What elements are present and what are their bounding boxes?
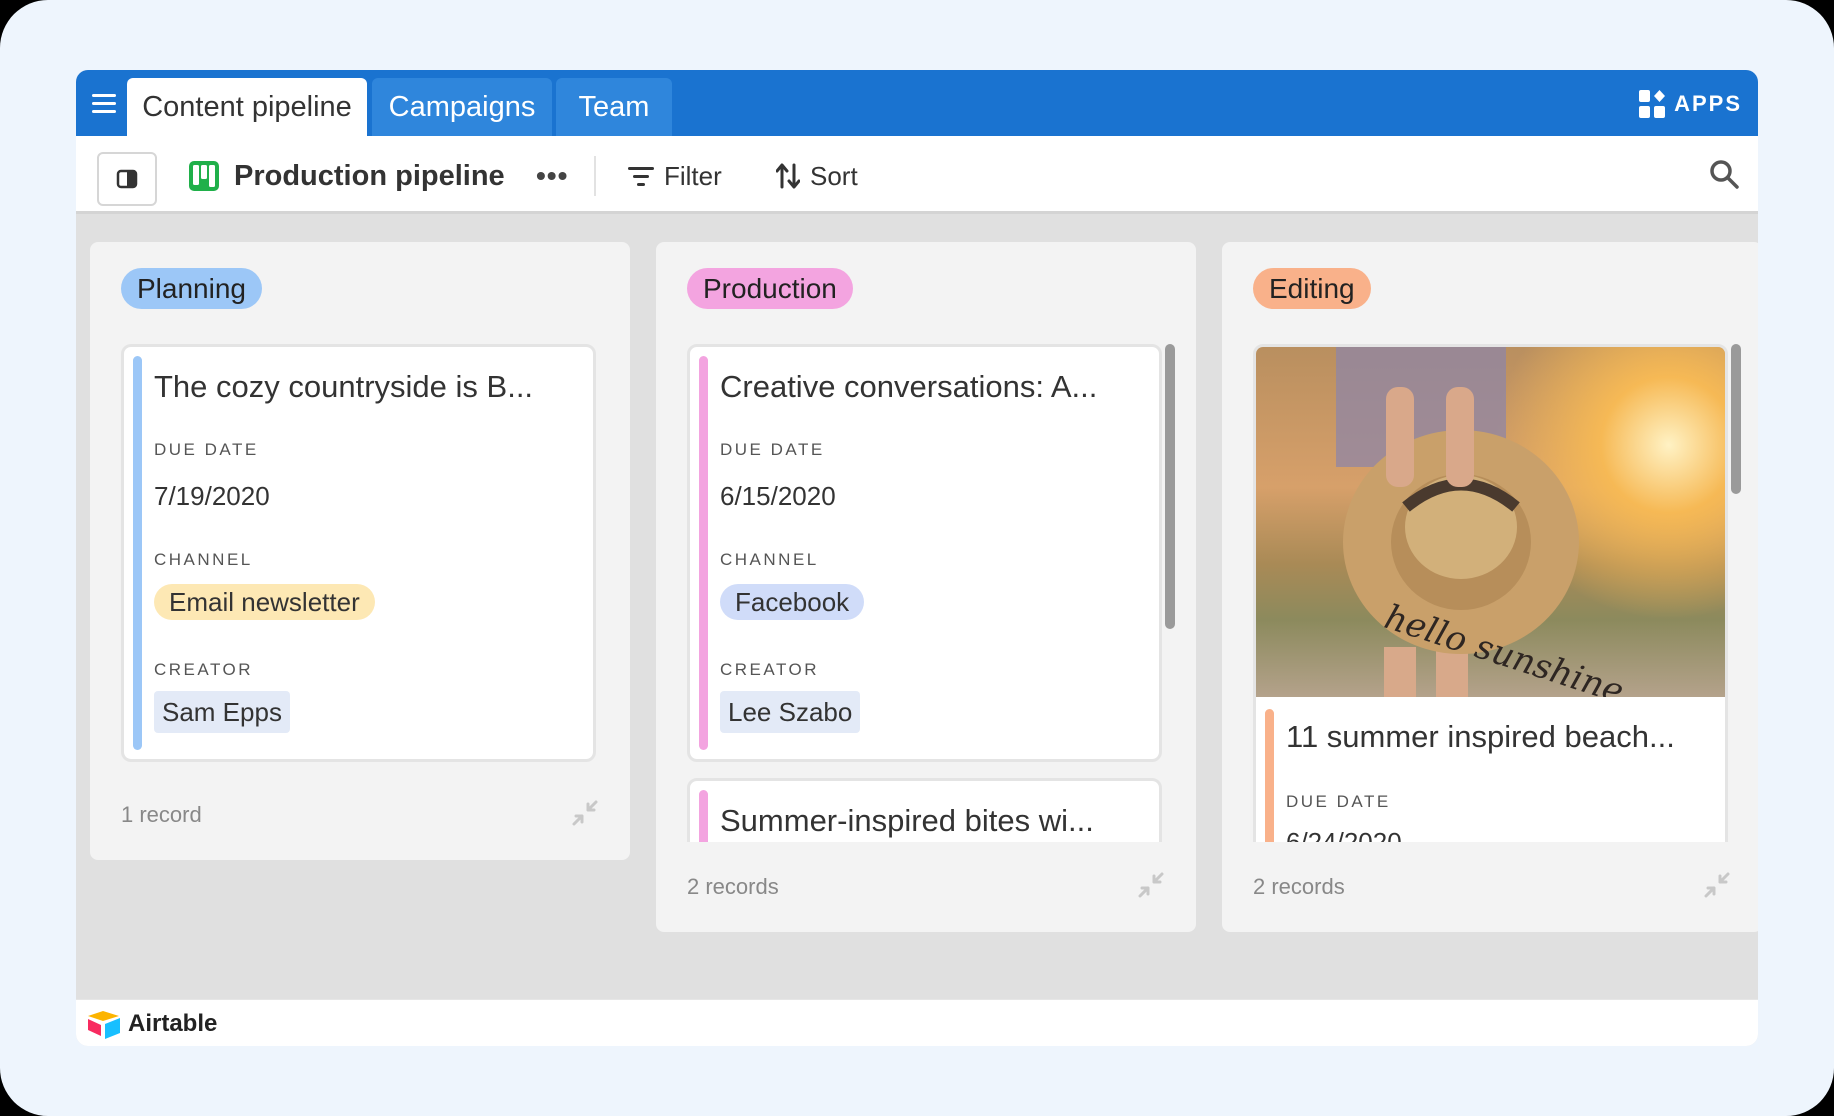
view-bar: Production pipeline ••• Filter Sort (76, 136, 1758, 214)
tab-team[interactable]: Team (556, 78, 672, 136)
card-title: Creative conversations: A... (720, 369, 1098, 404)
sort-button[interactable]: Sort (776, 158, 858, 194)
stage-badge: Planning (121, 268, 262, 309)
card-color-bar (1265, 709, 1274, 842)
screenshot-frame: Content pipeline Campaigns Team APPS Pro… (0, 0, 1834, 1116)
due-date-label: DUE DATE (1286, 792, 1391, 811)
channel-chip: Facebook (720, 584, 865, 620)
airtable-brand[interactable]: Airtable (86, 1008, 217, 1040)
record-card[interactable]: Creative conversations: A... DUE DATE 6/… (687, 344, 1162, 762)
stage-badge: Production (687, 268, 853, 309)
collapse-icon (1138, 872, 1164, 898)
filter-label: Filter (664, 160, 722, 191)
collapse-stack-button[interactable] (1136, 870, 1168, 902)
stack-header: Production (687, 268, 853, 309)
collapse-stack-button[interactable] (1702, 870, 1734, 902)
card-list: The cozy countryside is B... DUE DATE 7/… (121, 344, 596, 764)
stack-scrollbar[interactable] (1731, 344, 1741, 494)
creator-chip: Sam Epps (154, 691, 290, 733)
card-list: hello sunshine 11 summer inspired beach.… (1253, 344, 1728, 842)
airtable-logo (88, 1011, 120, 1039)
channel-label: CHANNEL (720, 550, 819, 569)
collapse-stack-button[interactable] (570, 798, 602, 830)
apps-label: APPS (1674, 91, 1742, 116)
card-color-bar (699, 790, 708, 842)
airtable-wordmark: Airtable (128, 1010, 218, 1037)
creator-label: CREATOR (720, 660, 820, 679)
record-count: 2 records (687, 874, 779, 899)
stack-header: Planning (121, 268, 262, 309)
stack-header: Editing (1253, 268, 1371, 309)
stack-footer: 2 records (1222, 842, 1758, 932)
view-name: Production pipeline (234, 159, 505, 192)
due-date-value: 6/15/2020 (720, 481, 836, 511)
creator-label: CREATOR (154, 660, 254, 679)
search-button[interactable] (1708, 158, 1744, 194)
stack-footer: 1 record (90, 770, 630, 860)
due-date-label: DUE DATE (720, 440, 825, 459)
filter-button[interactable]: Filter (628, 158, 722, 194)
footer: Airtable (76, 999, 1758, 1046)
card-title: Summer-inspired bites wi... (720, 803, 1094, 838)
view-more-button[interactable]: ••• (536, 160, 568, 192)
stack-footer: 2 records (656, 842, 1196, 932)
sort-icon (776, 163, 800, 189)
airtable-app: Content pipeline Campaigns Team APPS Pro… (76, 70, 1758, 1046)
stack-scrollbar[interactable] (1165, 344, 1175, 629)
tab-content-pipeline[interactable]: Content pipeline (127, 78, 367, 136)
card-list: Creative conversations: A... DUE DATE 6/… (687, 344, 1162, 842)
sidebar-toggle-icon (116, 169, 138, 189)
menu-icon[interactable] (88, 86, 120, 120)
card-cover-image: hello sunshine (1256, 347, 1725, 697)
stage-badge: Editing (1253, 268, 1371, 309)
stack-planning: Planning The cozy countryside is B... DU… (90, 242, 630, 860)
tab-bar: Content pipeline Campaigns Team APPS (76, 70, 1758, 136)
collapse-icon (572, 800, 598, 826)
apps-icon (1639, 90, 1666, 118)
due-date-value: 6/24/2020 (1286, 827, 1402, 842)
creator-chip: Lee Szabo (720, 691, 861, 733)
due-date-label: DUE DATE (154, 440, 259, 459)
toolbar-divider (594, 156, 596, 196)
stack-editing: Editing hello sunshine 11 summer inspire… (1222, 242, 1758, 932)
filter-icon (628, 167, 654, 186)
card-title: 11 summer inspired beach... (1286, 719, 1675, 754)
collapse-icon (1704, 872, 1730, 898)
record-card[interactable]: The cozy countryside is B... DUE DATE 7/… (121, 344, 596, 762)
due-date-value: 7/19/2020 (154, 481, 270, 511)
card-color-bar (133, 356, 142, 750)
channel-label: CHANNEL (154, 550, 253, 569)
search-icon (1710, 160, 1739, 189)
view-switcher[interactable]: Production pipeline (188, 156, 505, 196)
card-title: The cozy countryside is B... (154, 369, 534, 404)
sidebar-toggle-button[interactable] (97, 152, 157, 206)
record-count: 2 records (1253, 874, 1345, 899)
kanban-board: Planning The cozy countryside is B... DU… (76, 214, 1758, 984)
channel-chip: Email newsletter (154, 584, 375, 620)
record-card[interactable]: hello sunshine 11 summer inspired beach.… (1253, 344, 1728, 842)
stack-production: Production Creative conversations: A... … (656, 242, 1196, 932)
tab-campaigns[interactable]: Campaigns (372, 78, 552, 136)
record-card[interactable]: Summer-inspired bites wi... (687, 778, 1162, 842)
sort-label: Sort (810, 160, 858, 191)
hat-illustration: hello sunshine (1336, 347, 1628, 697)
kanban-view-icon (189, 161, 219, 191)
record-count: 1 record (121, 802, 202, 827)
card-color-bar (699, 356, 708, 750)
apps-button[interactable]: APPS (1638, 88, 1742, 120)
